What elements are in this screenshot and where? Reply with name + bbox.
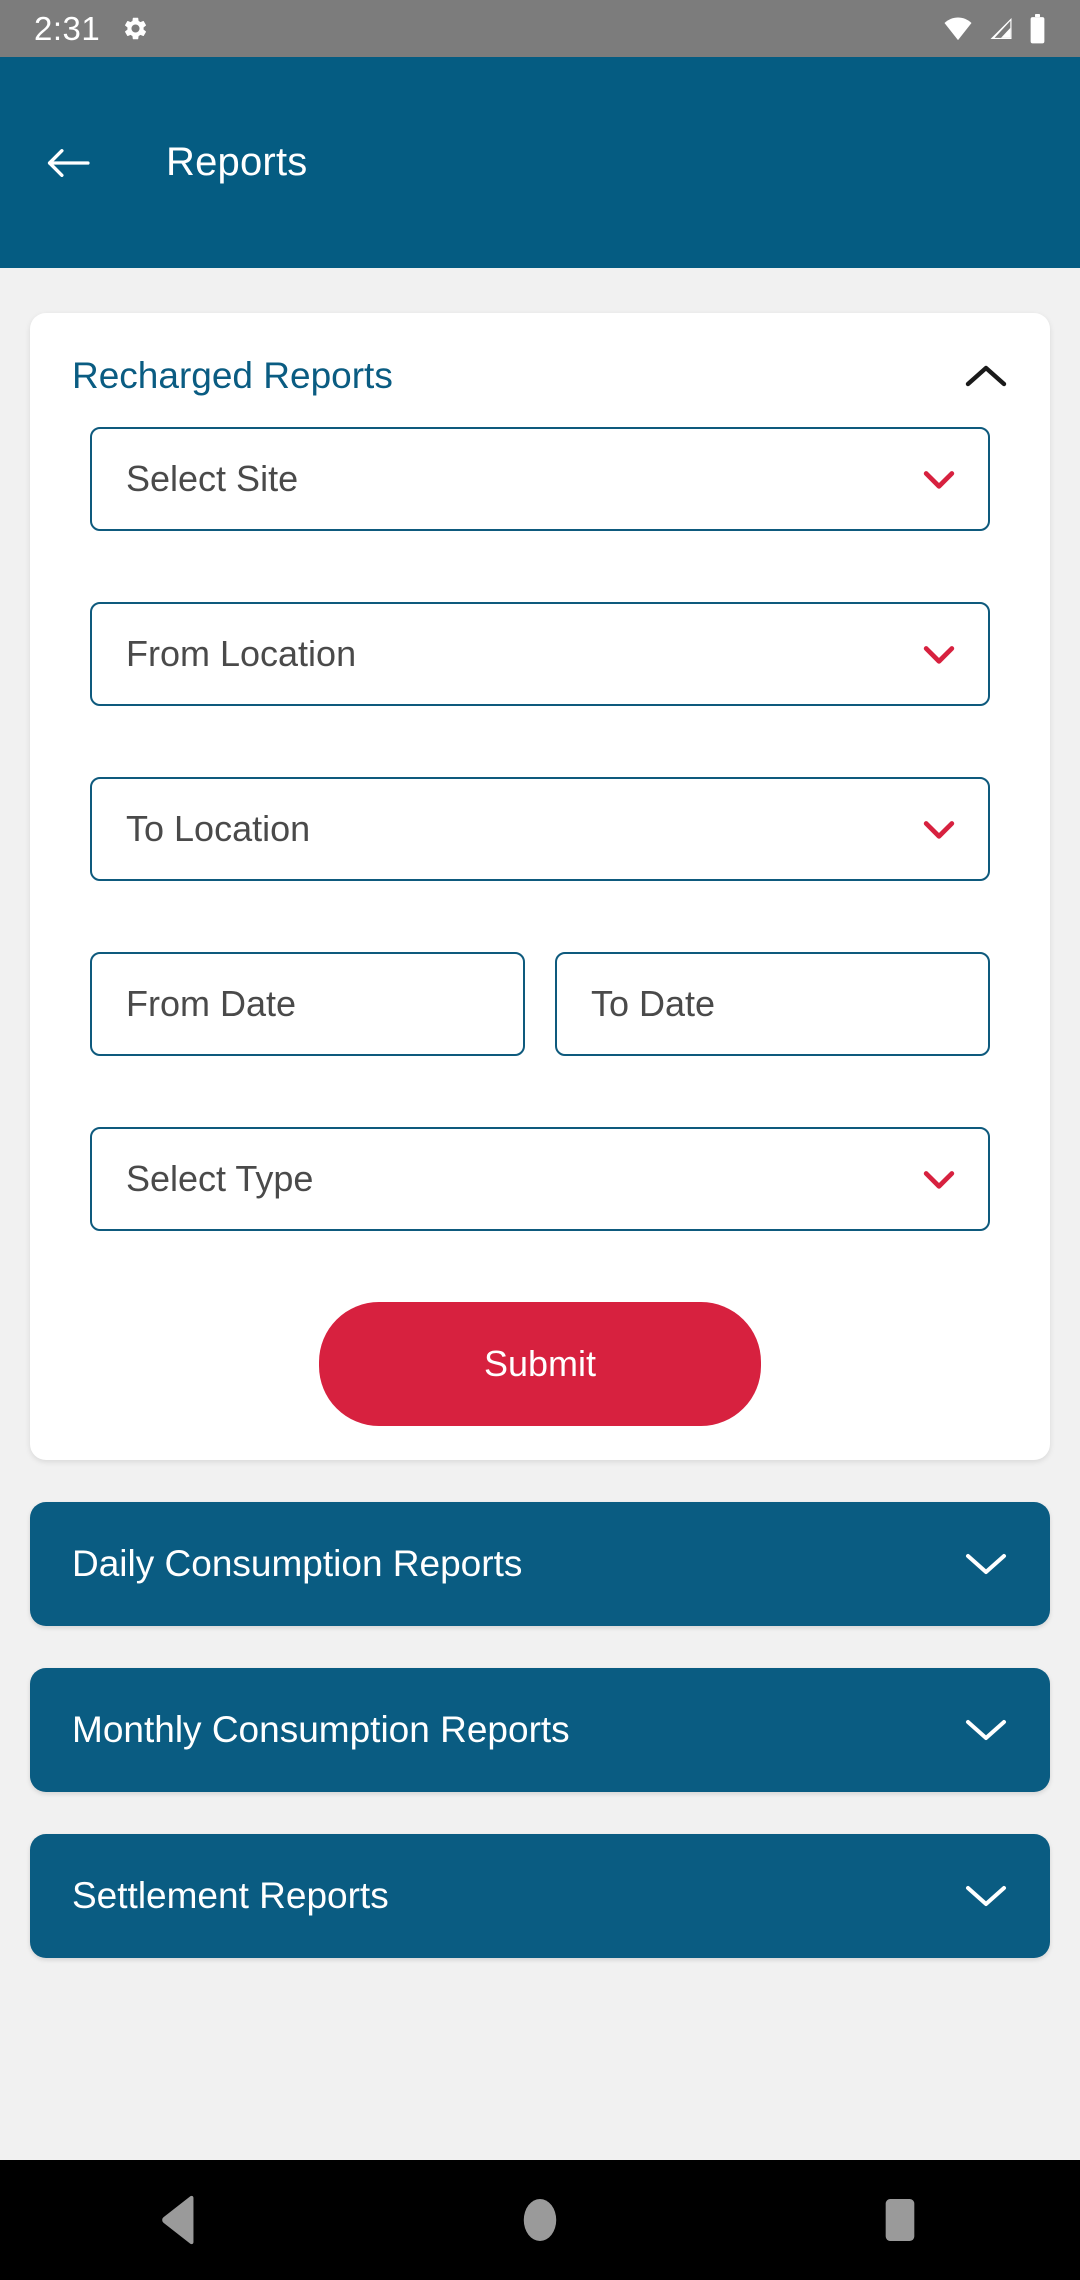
monthly-consumption-reports-title: Monthly Consumption Reports	[72, 1709, 570, 1750]
chevron-down-icon	[923, 1171, 955, 1189]
select-type-label: Select Type	[126, 1158, 314, 1199]
chevron-down-icon[interactable]	[964, 1550, 1008, 1578]
page-title: Reports	[166, 140, 308, 184]
select-type-field[interactable]: Select Type	[90, 1127, 990, 1231]
signal-icon	[987, 15, 1015, 42]
content-area: Recharged Reports Select Site From Locat…	[0, 268, 1080, 2280]
battery-icon	[1029, 13, 1046, 44]
nav-back-button[interactable]	[120, 2160, 240, 2280]
back-button[interactable]	[40, 135, 96, 191]
nav-home-button[interactable]	[480, 2160, 600, 2280]
select-site-field[interactable]: Select Site	[90, 427, 990, 531]
from-location-field[interactable]: From Location	[90, 602, 990, 706]
status-bar-left: 2:31	[34, 12, 149, 45]
status-time: 2:31	[34, 10, 101, 47]
recharged-reports-header[interactable]: Recharged Reports	[30, 313, 1050, 397]
recharged-reports-card: Recharged Reports Select Site From Locat…	[30, 313, 1050, 1460]
triangle-back-icon	[162, 2195, 194, 2245]
chevron-down-icon	[923, 646, 955, 664]
date-range-row: From Date To Date	[90, 952, 990, 1056]
to-date-label: To Date	[591, 983, 716, 1024]
from-date-field[interactable]: From Date	[90, 952, 525, 1056]
nav-recents-button[interactable]	[840, 2160, 960, 2280]
recharged-reports-form: Select Site From Location To Location Fr…	[30, 427, 1050, 1426]
chevron-up-icon[interactable]	[964, 362, 1008, 390]
submit-button[interactable]: Submit	[319, 1302, 761, 1426]
from-location-label: From Location	[126, 633, 357, 674]
chevron-down-icon[interactable]	[964, 1882, 1008, 1910]
daily-consumption-reports-section[interactable]: Daily Consumption Reports	[30, 1502, 1050, 1626]
status-bar-right	[943, 13, 1046, 44]
from-date-label: From Date	[126, 983, 297, 1024]
to-date-field[interactable]: To Date	[555, 952, 990, 1056]
daily-consumption-reports-title: Daily Consumption Reports	[72, 1543, 523, 1584]
wifi-icon	[943, 15, 973, 42]
system-navigation-bar	[0, 2160, 1080, 2280]
circle-home-icon	[523, 2199, 557, 2241]
select-site-label: Select Site	[126, 458, 299, 499]
to-location-field[interactable]: To Location	[90, 777, 990, 881]
square-recents-icon	[885, 2199, 915, 2241]
settlement-reports-section[interactable]: Settlement Reports	[30, 1834, 1050, 1958]
settlement-reports-title: Settlement Reports	[72, 1875, 389, 1916]
chevron-down-icon[interactable]	[964, 1716, 1008, 1744]
monthly-consumption-reports-section[interactable]: Monthly Consumption Reports	[30, 1668, 1050, 1792]
recharged-reports-title: Recharged Reports	[72, 355, 393, 396]
app-screen: 2:31 Reports Recharged Reports Select Si…	[0, 0, 1080, 2280]
gear-icon	[122, 15, 149, 42]
chevron-down-icon	[923, 471, 955, 489]
chevron-down-icon	[923, 821, 955, 839]
app-bar: Reports	[0, 57, 1080, 268]
to-location-label: To Location	[126, 808, 311, 849]
status-bar: 2:31	[0, 0, 1080, 57]
arrow-left-icon	[47, 148, 90, 177]
submit-row: Submit	[90, 1302, 990, 1426]
